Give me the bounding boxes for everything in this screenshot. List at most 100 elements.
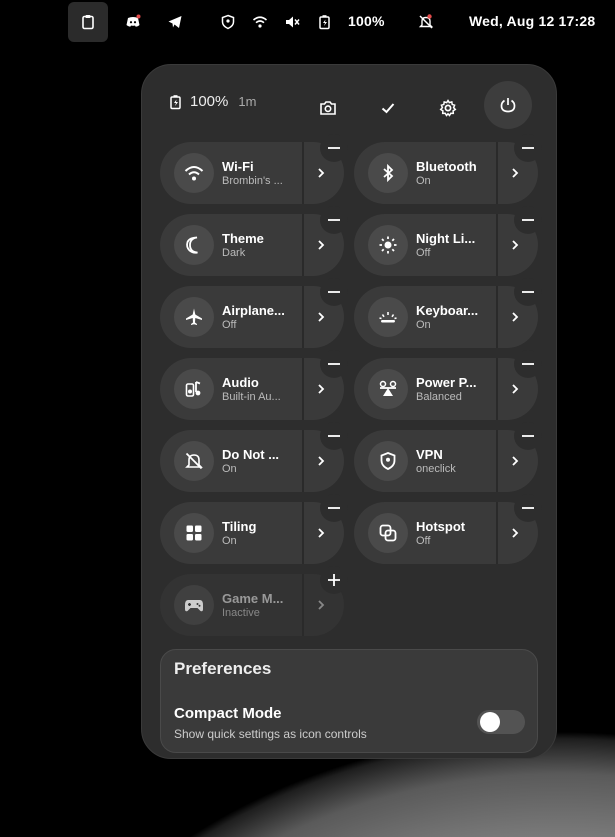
- tile-icon-button[interactable]: [368, 153, 408, 193]
- tile-subtitle: Balanced: [416, 391, 462, 403]
- tile-icon-button[interactable]: [368, 297, 408, 337]
- clock-datetime[interactable]: Wed, Aug 12 17:28: [469, 13, 595, 29]
- tile-expand-button[interactable]: [504, 522, 526, 544]
- settings-button[interactable]: [425, 85, 471, 131]
- add-tile-button[interactable]: [320, 566, 348, 594]
- battery-status[interactable]: 100% 1m: [168, 93, 256, 110]
- chevron-right-icon: [512, 240, 519, 250]
- tile-title: Do Not ...: [222, 447, 280, 462]
- tile-icon-button[interactable]: [174, 369, 214, 409]
- tile-title: Power P...: [416, 375, 477, 390]
- compact-mode-toggle[interactable]: [477, 710, 525, 734]
- minus-icon: [522, 507, 534, 509]
- chevron-right-icon: [512, 312, 519, 322]
- confirm-button[interactable]: [365, 85, 411, 131]
- tile-airplane[interactable]: Airplane... Off: [160, 278, 348, 348]
- chevron-right-icon: [318, 312, 325, 322]
- gamepad-icon: [185, 600, 203, 612]
- remove-tile-button[interactable]: [514, 206, 542, 234]
- tile-sun[interactable]: Night Li... Off: [354, 206, 542, 276]
- vpn-shield-icon[interactable]: [213, 7, 243, 37]
- tile-icon-button[interactable]: [174, 585, 214, 625]
- tile-subtitle: On: [416, 319, 431, 331]
- tile-expand-button[interactable]: [310, 234, 332, 256]
- tile-power-profile[interactable]: Power P... Balanced: [354, 350, 542, 420]
- tile-divider: [496, 142, 498, 204]
- tile-icon-button[interactable]: [368, 441, 408, 481]
- remove-tile-button[interactable]: [320, 494, 348, 522]
- tile-expand-button[interactable]: [504, 450, 526, 472]
- remove-tile-button[interactable]: [320, 350, 348, 378]
- wifi-icon[interactable]: [245, 7, 275, 37]
- tile-icon-button[interactable]: [174, 441, 214, 481]
- tile-subtitle: Built-in Au...: [222, 391, 281, 403]
- tile-shield[interactable]: VPN oneclick: [354, 422, 542, 492]
- minus-icon: [328, 147, 340, 149]
- tile-expand-button[interactable]: [310, 378, 332, 400]
- screenshot-button[interactable]: [305, 85, 351, 131]
- tile-expand-button[interactable]: [310, 306, 332, 328]
- minus-icon: [522, 435, 534, 437]
- muted-volume-icon[interactable]: [277, 7, 307, 37]
- tile-expand-button[interactable]: [504, 234, 526, 256]
- tile-icon-button[interactable]: [368, 513, 408, 553]
- tile-expand-button[interactable]: [310, 594, 332, 616]
- clipboard-icon[interactable]: [68, 2, 108, 42]
- minus-icon: [328, 435, 340, 437]
- tile-expand-button[interactable]: [504, 378, 526, 400]
- remove-tile-button[interactable]: [514, 134, 542, 162]
- remove-tile-button[interactable]: [514, 350, 542, 378]
- chevron-right-icon: [512, 456, 519, 466]
- remove-tile-button[interactable]: [514, 278, 542, 306]
- tile-grid[interactable]: Tiling On: [160, 494, 348, 564]
- tile-expand-button[interactable]: [504, 306, 526, 328]
- tile-expand-button[interactable]: [504, 162, 526, 184]
- remove-tile-button[interactable]: [514, 422, 542, 450]
- tile-divider: [496, 358, 498, 420]
- audio-icon: [185, 381, 201, 397]
- discord-icon[interactable]: [118, 7, 148, 37]
- remove-tile-button[interactable]: [320, 134, 348, 162]
- tile-icon-button[interactable]: [368, 369, 408, 409]
- tile-subtitle: oneclick: [416, 463, 456, 475]
- tile-title: Theme: [222, 231, 264, 246]
- do-not-disturb-icon[interactable]: [411, 7, 441, 37]
- tile-gamepad[interactable]: Game M... Inactive: [160, 566, 348, 636]
- tile-subtitle: Brombin's ...: [222, 175, 283, 187]
- tile-hotspot[interactable]: Hotspot Off: [354, 494, 542, 564]
- tile-keyboard-backlight[interactable]: Keyboar... On: [354, 278, 542, 348]
- sun-icon: [379, 236, 397, 254]
- tile-wifi[interactable]: Wi-Fi Brombin's ...: [160, 134, 348, 204]
- chevron-right-icon: [512, 168, 519, 178]
- tile-bluetooth[interactable]: Bluetooth On: [354, 134, 542, 204]
- tile-subtitle: Off: [416, 247, 431, 259]
- tile-icon-button[interactable]: [368, 225, 408, 265]
- tile-bell-off[interactable]: Do Not ... On: [160, 422, 348, 492]
- battery-icon[interactable]: [310, 7, 340, 37]
- tile-expand-button[interactable]: [310, 522, 332, 544]
- tile-title: Keyboar...: [416, 303, 479, 318]
- remove-tile-button[interactable]: [320, 278, 348, 306]
- tile-expand-button[interactable]: [310, 162, 332, 184]
- remove-tile-button[interactable]: [320, 422, 348, 450]
- tile-icon-button[interactable]: [174, 297, 214, 337]
- camera-icon: [320, 101, 336, 115]
- gear-icon: [439, 99, 457, 117]
- keyboard-backlight-icon: [379, 312, 397, 323]
- tile-icon-button[interactable]: [174, 513, 214, 553]
- top-bar: 100% Wed, Aug 12 17:28: [0, 0, 615, 44]
- remove-tile-button[interactable]: [320, 206, 348, 234]
- tile-divider: [302, 286, 304, 348]
- tile-divider: [302, 430, 304, 492]
- power-button[interactable]: [484, 81, 532, 129]
- tile-audio[interactable]: Audio Built-in Au...: [160, 350, 348, 420]
- tile-moon[interactable]: Theme Dark: [160, 206, 348, 276]
- tile-expand-button[interactable]: [310, 450, 332, 472]
- chevron-right-icon: [318, 240, 325, 250]
- tile-title: Wi-Fi: [222, 159, 254, 174]
- telegram-icon[interactable]: [160, 7, 190, 37]
- tile-divider: [496, 214, 498, 276]
- tile-icon-button[interactable]: [174, 225, 214, 265]
- remove-tile-button[interactable]: [514, 494, 542, 522]
- tile-icon-button[interactable]: [174, 153, 214, 193]
